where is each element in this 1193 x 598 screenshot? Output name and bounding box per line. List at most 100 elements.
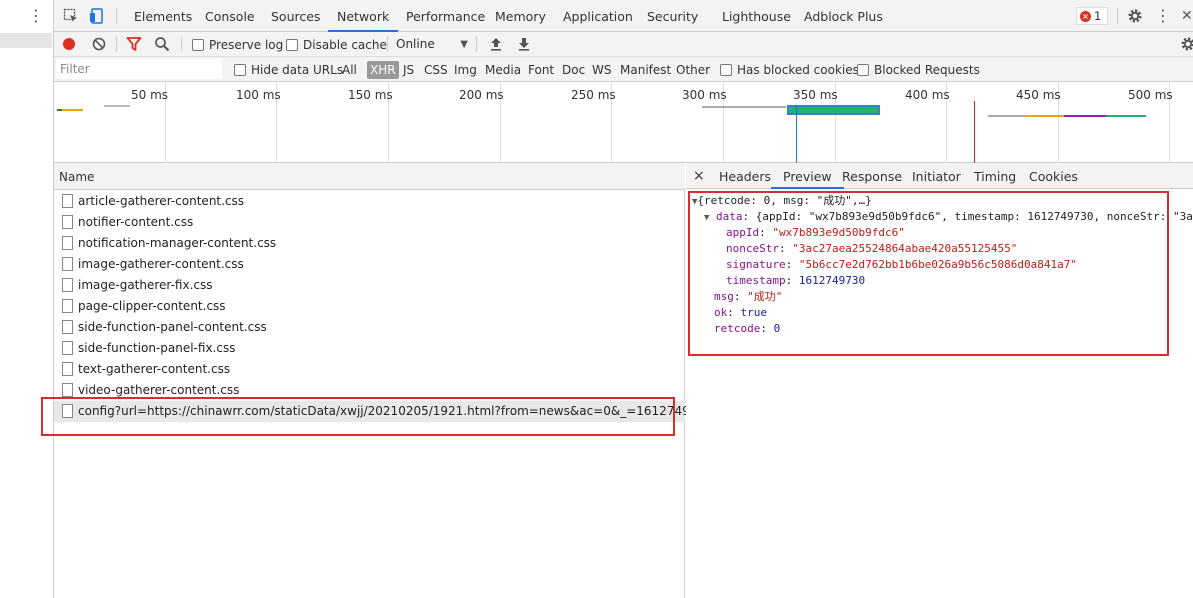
json-value: "5b6cc7e2d762bb1b6be026a9b56c5086d0a841a…: [798, 258, 1078, 271]
request-row[interactable]: notification-manager-content.css: [54, 233, 685, 254]
json-field[interactable]: msg: "成功": [714, 289, 782, 305]
waterfall-bar: [104, 105, 130, 107]
file-icon: [62, 236, 73, 250]
device-toolbar-icon[interactable]: [89, 8, 105, 24]
tab-console[interactable]: Console: [205, 0, 255, 32]
request-row[interactable]: article-gatherer-content.css: [54, 191, 685, 212]
tab-memory[interactable]: Memory: [495, 0, 546, 32]
checkbox-box[interactable]: [234, 64, 246, 76]
network-settings-gear-icon[interactable]: [1180, 36, 1193, 52]
waterfall-bar: [702, 106, 786, 108]
tick-label: 450 ms: [1016, 88, 1061, 102]
request-row[interactable]: notifier-content.css: [54, 212, 685, 233]
tab-performance[interactable]: Performance: [406, 0, 485, 32]
request-name: article-gatherer-content.css: [78, 194, 245, 208]
clear-icon[interactable]: [91, 36, 107, 52]
error-count-badge[interactable]: × 1: [1076, 7, 1108, 25]
request-row[interactable]: side-function-panel-content.css: [54, 317, 685, 338]
selected-waterfall-bar[interactable]: [787, 105, 880, 115]
has-blocked-cookies-checkbox[interactable]: Has blocked cookies: [720, 62, 859, 78]
filter-type-media[interactable]: Media: [485, 61, 521, 79]
tab-application[interactable]: Application: [563, 0, 633, 32]
json-field[interactable]: timestamp: 1612749730: [726, 273, 865, 289]
json-key: appId: [726, 226, 760, 239]
tick-label: 350 ms: [793, 88, 838, 102]
tick-label: 500 ms: [1128, 88, 1173, 102]
record-icon[interactable]: [61, 36, 77, 52]
request-row[interactable]: page-clipper-content.css: [54, 296, 685, 317]
inspect-element-icon[interactable]: [63, 8, 79, 24]
json-field[interactable]: appId: "wx7b893e9d50b9fdc6": [726, 225, 905, 241]
close-devtools-icon[interactable]: ✕: [1181, 6, 1193, 26]
filter-input[interactable]: [56, 59, 222, 79]
json-root-line[interactable]: ▼{retcode: 0, msg: "成功",…}: [692, 193, 872, 210]
request-row[interactable]: text-gatherer-content.css: [54, 359, 685, 380]
close-detail-icon[interactable]: ×: [693, 163, 705, 189]
hide-data-urls-checkbox[interactable]: Hide data URLs: [234, 62, 343, 78]
tab-adblock-plus[interactable]: Adblock Plus: [804, 0, 883, 32]
request-name: config?url=https://chinawrr.com/staticDa…: [78, 404, 736, 418]
tab-response[interactable]: Response: [842, 163, 902, 189]
tab-cookies[interactable]: Cookies: [1029, 163, 1078, 189]
filter-type-other[interactable]: Other: [676, 61, 710, 79]
filter-type-font[interactable]: Font: [528, 61, 554, 79]
checkbox-box[interactable]: [286, 39, 298, 51]
selected-row: [0, 33, 52, 48]
json-key: nonceStr: [726, 242, 779, 255]
throttling-select[interactable]: Online ▼: [396, 36, 468, 53]
request-name: side-function-panel-fix.css: [78, 341, 236, 355]
filter-type-css[interactable]: CSS: [424, 61, 448, 79]
filter-type-xhr[interactable]: XHR: [367, 61, 399, 79]
filter-type-img[interactable]: Img: [454, 61, 477, 79]
tab-headers[interactable]: Headers: [719, 163, 771, 189]
preserve-log-checkbox[interactable]: Preserve log: [192, 37, 283, 53]
settings-gear-icon[interactable]: [1127, 8, 1143, 24]
filter-funnel-icon[interactable]: [126, 36, 142, 52]
checkbox-box[interactable]: [857, 64, 869, 76]
checkbox-box[interactable]: [192, 39, 204, 51]
checkbox-box[interactable]: [720, 64, 732, 76]
tab-elements[interactable]: Elements: [134, 0, 192, 32]
request-row[interactable]: video-gatherer-content.css: [54, 380, 685, 401]
json-key: msg: [714, 290, 734, 303]
json-data-line[interactable]: ▼ data: {appId: "wx7b893e9d50b9fdc6", ti…: [704, 209, 1193, 226]
filter-type-all[interactable]: All: [342, 61, 357, 79]
request-row[interactable]: image-gatherer-content.css: [54, 254, 685, 275]
request-name: video-gatherer-content.css: [78, 383, 240, 397]
blocked-requests-checkbox[interactable]: Blocked Requests: [857, 62, 980, 78]
request-row[interactable]: side-function-panel-fix.css: [54, 338, 685, 359]
more-vertical-icon[interactable]: ⋮: [1155, 6, 1171, 26]
filter-type-manifest[interactable]: Manifest: [620, 61, 671, 79]
json-field[interactable]: retcode: 0: [714, 321, 780, 337]
filter-type-doc[interactable]: Doc: [562, 61, 585, 79]
tab-initiator[interactable]: Initiator: [912, 163, 961, 189]
has-blocked-cookies-label: Has blocked cookies: [737, 63, 859, 77]
export-har-icon[interactable]: [516, 36, 532, 52]
disable-cache-label: Disable cache: [303, 38, 387, 52]
separator: [116, 8, 117, 24]
disable-cache-checkbox[interactable]: Disable cache: [286, 37, 387, 53]
request-row-selected[interactable]: config?url=https://chinawrr.com/staticDa…: [54, 401, 736, 422]
filter-type-ws[interactable]: WS: [592, 61, 611, 79]
tab-timing[interactable]: Timing: [974, 163, 1016, 189]
json-field[interactable]: signature: "5b6cc7e2d762bb1b6be026a9b56c…: [726, 257, 1077, 273]
filter-type-js[interactable]: JS: [403, 61, 414, 79]
tab-network[interactable]: Network: [328, 0, 399, 32]
tab-lighthouse[interactable]: Lighthouse: [722, 0, 791, 32]
tab-security[interactable]: Security: [647, 0, 698, 32]
page-left-strip: ⋮: [0, 0, 54, 598]
separator: [387, 36, 388, 52]
request-row[interactable]: image-gatherer-fix.css: [54, 275, 685, 296]
import-har-icon[interactable]: [488, 36, 504, 52]
name-column-header[interactable]: Name: [54, 163, 685, 190]
search-icon[interactable]: [154, 36, 170, 52]
tab-preview[interactable]: Preview: [771, 163, 844, 189]
expand-arrow-icon[interactable]: ▼: [704, 213, 709, 223]
tab-sources[interactable]: Sources: [271, 0, 320, 32]
more-options-icon[interactable]: ⋮: [28, 6, 44, 26]
json-field[interactable]: ok: true: [714, 305, 767, 321]
file-icon: [62, 278, 73, 292]
filter-bar: Hide data URLs All XHR JS CSS Img Media …: [54, 57, 1193, 82]
network-overview-timeline[interactable]: 50 ms 100 ms 150 ms 200 ms 250 ms 300 ms…: [54, 82, 1193, 163]
json-field[interactable]: nonceStr: "3ac27aea25524864abae420a55125…: [726, 241, 1017, 257]
